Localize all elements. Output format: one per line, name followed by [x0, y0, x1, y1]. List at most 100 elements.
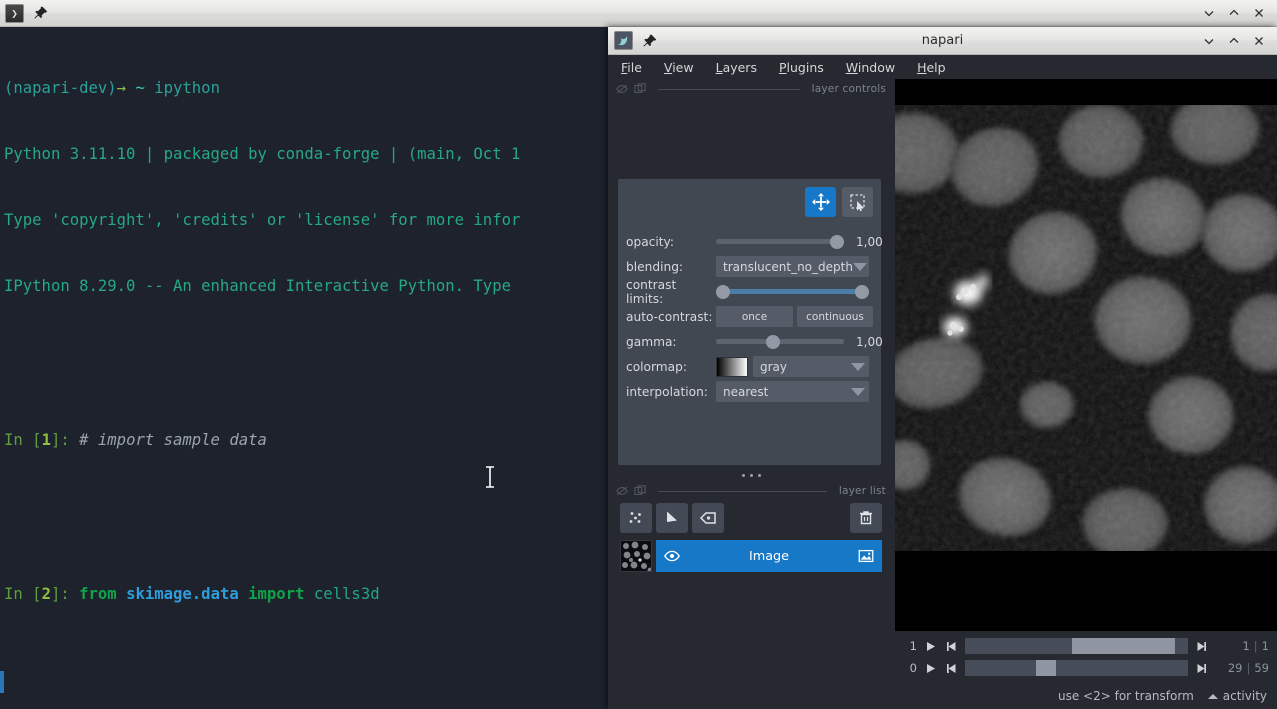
menu-window[interactable]: Window [846, 58, 906, 77]
chevron-down-icon [851, 363, 865, 371]
step-first-icon[interactable] [944, 639, 959, 654]
gamma-label: gamma: [626, 329, 716, 354]
delete-layer-button[interactable] [850, 503, 882, 533]
chevron-down-icon [851, 388, 865, 396]
prompt-arrow: → [117, 79, 126, 97]
float-dock-icon[interactable] [616, 83, 628, 95]
dim-slider-row: 1 1|1 [895, 635, 1277, 657]
menu-file[interactable]: File [621, 58, 653, 77]
in-prompt-open: In [ [4, 585, 42, 603]
napari-window-title: napari [608, 33, 1277, 48]
pan-zoom-mode-button[interactable] [805, 187, 836, 217]
minimize-icon[interactable] [1196, 2, 1221, 24]
in-prompt-number: 2 [42, 585, 51, 603]
minimize-icon[interactable] [1196, 30, 1221, 52]
viewer-canvas[interactable] [895, 79, 1277, 631]
float-dock-icon[interactable] [616, 485, 628, 497]
terminal-prompt-icon[interactable]: ❯ [5, 4, 24, 23]
dock-splitter-handle[interactable] [608, 469, 894, 481]
new-labels-layer-button[interactable] [692, 503, 724, 533]
contrast-limits-slider[interactable] [716, 282, 869, 302]
dock-header-rule [658, 89, 800, 90]
step-first-icon[interactable] [944, 661, 959, 676]
dim-slider-track[interactable] [965, 638, 1188, 654]
dims-sliders: 1 1|1 0 29|59 [895, 631, 1277, 683]
dim-slider-row: 0 29|59 [895, 657, 1277, 679]
dim-slider-track[interactable] [965, 660, 1188, 676]
terminal-comment: # import sample data [79, 431, 267, 449]
menu-plugins[interactable]: Plugins [779, 58, 835, 77]
colormap-value: gray [760, 360, 787, 374]
play-icon[interactable] [923, 639, 938, 654]
auto-contrast-once-button[interactable]: once [716, 306, 793, 327]
dim-current: 29 [1228, 661, 1243, 675]
colormap-control: gray [716, 354, 883, 379]
auto-contrast-continuous-button[interactable]: continuous [797, 306, 873, 327]
layer-list-item[interactable]: Image [620, 540, 882, 572]
menu-layers[interactable]: Layers [716, 58, 768, 77]
transform-mode-button[interactable] [842, 187, 873, 217]
maximize-icon[interactable] [1221, 2, 1246, 24]
opacity-slider[interactable] [716, 232, 844, 252]
in-prompt-open: In [ [4, 431, 42, 449]
blending-control: translucent_no_depth [716, 254, 883, 279]
in-prompt-number: 1 [42, 431, 51, 449]
blending-value: translucent_no_depth [723, 260, 853, 274]
blending-label: blending: [626, 254, 716, 279]
undock-icon[interactable] [634, 83, 646, 95]
close-icon[interactable] [1246, 2, 1271, 24]
blending-select[interactable]: translucent_no_depth [716, 256, 869, 277]
gamma-slider[interactable] [716, 332, 844, 352]
trash-icon [856, 508, 876, 528]
points-icon [626, 508, 646, 528]
activity-toggle[interactable]: activity [1208, 689, 1267, 703]
prompt-cwd: ~ [135, 79, 144, 97]
napari-logo-icon[interactable] [614, 31, 633, 50]
left-dock-panel: layer controls [608, 79, 894, 709]
opacity-value: 1,00 [856, 235, 883, 249]
interpolation-select[interactable]: nearest [716, 381, 869, 402]
layer-controls-dock-header: layer controls [608, 79, 894, 99]
napari-titlebar[interactable]: napari [608, 27, 1277, 55]
dim-axis-label: 1 [903, 639, 917, 653]
layer-list-buttons [620, 502, 882, 534]
layer-controls-panel: opacity: 1,00 blending: translucent_no_d… [618, 179, 881, 465]
dim-max: 1 [1262, 639, 1269, 653]
dim-max: 59 [1254, 661, 1269, 675]
conda-env: (napari-dev) [4, 79, 117, 97]
terminal-titlebar[interactable]: ❯ [0, 0, 1277, 27]
colormap-select[interactable]: gray [753, 356, 869, 377]
new-shapes-layer-button[interactable] [656, 503, 688, 533]
menu-help[interactable]: Help [917, 58, 957, 77]
napari-window-controls [1196, 30, 1271, 52]
status-bar: use <2> for transform activity [895, 683, 1277, 709]
opacity-label: opacity: [626, 229, 716, 254]
layer-entry-selected[interactable]: Image [656, 540, 882, 572]
shapes-icon [662, 508, 682, 528]
chevron-up-icon [1208, 694, 1218, 699]
move-arrows-icon [811, 192, 831, 212]
new-points-layer-button[interactable] [620, 503, 652, 533]
menu-view[interactable]: View [664, 58, 705, 77]
play-icon[interactable] [923, 661, 938, 676]
layer-list-title: layer list [839, 485, 886, 497]
contrast-limits-label: contrast limits: [626, 279, 716, 304]
chevron-down-icon [853, 263, 867, 271]
auto-contrast-label: auto-contrast: [626, 304, 716, 329]
step-last-icon[interactable] [1194, 661, 1209, 676]
napari-menubar: File View Layers Plugins Window Help [608, 55, 1277, 79]
layer-controls-grid: opacity: 1,00 blending: translucent_no_d… [618, 221, 881, 404]
close-icon[interactable] [1246, 30, 1271, 52]
contrast-limits-control [716, 279, 883, 304]
pin-icon[interactable] [642, 33, 658, 49]
transform-icon [848, 192, 868, 212]
undock-icon[interactable] [634, 485, 646, 497]
opacity-control: 1,00 [716, 229, 883, 254]
layer-mode-buttons [618, 179, 881, 221]
interpolation-value: nearest [723, 385, 768, 399]
maximize-icon[interactable] [1221, 30, 1246, 52]
colormap-swatch[interactable] [716, 357, 748, 377]
step-last-icon[interactable] [1194, 639, 1209, 654]
microscopy-image [895, 105, 1277, 551]
pin-icon[interactable] [33, 5, 49, 21]
